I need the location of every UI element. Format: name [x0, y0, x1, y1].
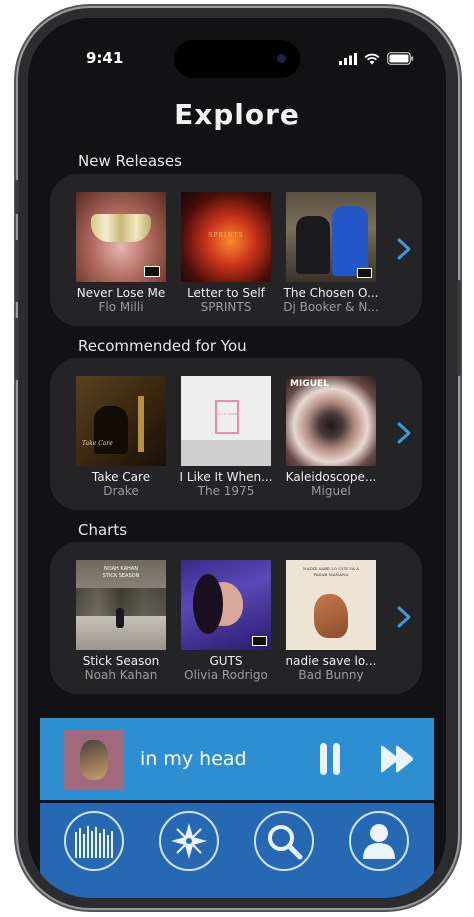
chevron-right-icon[interactable]	[392, 416, 416, 450]
album-title: Letter to Self	[187, 286, 265, 300]
album-cover	[181, 560, 271, 650]
album-cover: NOAH KAHAN STICK SEASON	[76, 560, 166, 650]
new-releases-carousel: Never Lose Me Flo Milli SPRINTS Letter t…	[50, 174, 422, 326]
album-cover	[286, 192, 376, 282]
teeth-shape	[91, 214, 151, 242]
artwork-figure	[80, 740, 108, 780]
album-cover: SPRINTS	[181, 192, 271, 282]
album-title: I Like It When...	[179, 470, 273, 484]
cover-floor	[181, 440, 271, 466]
fast-forward-icon[interactable]	[380, 745, 414, 773]
album-artist: Flo Milli	[98, 300, 144, 314]
tab-profile[interactable]	[349, 811, 409, 871]
album-cover	[76, 192, 166, 282]
dynamic-island	[174, 40, 300, 78]
album-title: The Chosen O...	[283, 286, 379, 300]
album-item[interactable]: Take Care Take Care Drake	[71, 376, 171, 498]
cellular-signal-icon	[339, 52, 357, 65]
album-title: Never Lose Me	[76, 286, 166, 300]
album-cover: I LIKE IT WHEN	[181, 376, 271, 466]
album-artist: SPRINTS	[200, 300, 252, 314]
profile-icon	[363, 824, 395, 859]
power-button	[457, 280, 461, 376]
parental-advisory-badge	[144, 266, 160, 277]
tab-bar	[40, 803, 434, 898]
cover-figure-left	[296, 216, 330, 274]
album-artist: Miguel	[311, 484, 351, 498]
now-playing-bar[interactable]: in my head	[40, 718, 434, 800]
recommended-carousel: Take Care Take Care Drake I LIKE IT WHEN…	[50, 358, 422, 510]
tab-search[interactable]	[254, 811, 314, 871]
cover-horse	[314, 594, 348, 638]
album-title: Kaleidoscope...	[285, 470, 377, 484]
cover-text: NOAH KAHAN STICK SEASON	[102, 566, 140, 579]
battery-icon	[387, 52, 414, 65]
cover-text: Take Care	[82, 440, 113, 447]
section-title-new-releases: New Releases	[78, 152, 182, 170]
chevron-right-icon[interactable]	[392, 232, 416, 266]
tab-explore[interactable]	[159, 811, 219, 871]
cover-goblet	[138, 396, 144, 452]
volume-down-button	[15, 318, 19, 380]
album-item[interactable]: MIGUEL Kaleidoscope... Miguel	[281, 376, 381, 498]
album-title: Take Care	[91, 470, 151, 484]
page-title: Explore	[174, 98, 300, 131]
section-title-recommended: Recommended for You	[78, 337, 247, 355]
compass-icon	[171, 823, 207, 859]
album-title: Stick Season	[82, 654, 160, 668]
camera-dot	[277, 54, 286, 63]
album-item[interactable]: NOAH KAHAN STICK SEASON Stick Season Noa…	[71, 560, 171, 682]
album-cover: MIGUEL	[286, 376, 376, 466]
tab-library[interactable]	[64, 811, 124, 871]
cover-text: NADIE SABE LO QUE VA A PASAR MAÑANA	[303, 566, 359, 577]
section-title-charts: Charts	[78, 521, 128, 539]
pause-icon[interactable]	[318, 742, 342, 776]
cover-text: I LIKE IT WHEN	[214, 412, 238, 416]
parental-advisory-badge	[252, 636, 267, 646]
album-artist: Drake	[103, 484, 139, 498]
status-time: 9:41	[86, 49, 124, 67]
cover-text: SPRINTS	[208, 232, 244, 239]
library-icon	[75, 826, 113, 858]
cover-figure-right	[332, 206, 368, 276]
album-artist: Olivia Rodrigo	[184, 668, 268, 682]
cover-text: MIGUEL	[290, 379, 329, 389]
charts-carousel: NOAH KAHAN STICK SEASON Stick Season Noa…	[50, 542, 422, 694]
album-cover: NADIE SABE LO QUE VA A PASAR MAÑANA	[286, 560, 376, 650]
parental-advisory-badge	[357, 268, 372, 278]
search-icon	[268, 825, 303, 860]
wifi-icon	[364, 53, 380, 64]
album-item[interactable]: Never Lose Me Flo Milli	[71, 192, 171, 314]
album-item[interactable]: The Chosen O... Dj Booker & N...	[281, 192, 381, 314]
album-artist: Dj Booker & N...	[283, 300, 379, 314]
album-title: GUTS	[209, 654, 243, 668]
album-artist: Noah Kahan	[84, 668, 158, 682]
album-cover: Take Care	[76, 376, 166, 466]
album-title: nadie save lo...	[285, 654, 377, 668]
album-artist: Bad Bunny	[298, 668, 364, 682]
album-item[interactable]: GUTS Olivia Rodrigo	[176, 560, 276, 682]
app-screen: 9:41 Explore New Releases Never Lose Me …	[28, 18, 446, 898]
cover-hair	[193, 574, 223, 634]
album-item[interactable]: SPRINTS Letter to Self SPRINTS	[176, 192, 276, 314]
cover-figure	[116, 608, 124, 628]
now-playing-title: in my head	[140, 748, 247, 770]
album-artist: The 1975	[197, 484, 255, 498]
album-item[interactable]: I LIKE IT WHEN I Like It When... The 197…	[176, 376, 276, 498]
now-playing-artwork	[64, 730, 124, 790]
action-button	[15, 180, 19, 214]
volume-up-button	[15, 240, 19, 302]
album-item[interactable]: NADIE SABE LO QUE VA A PASAR MAÑANA nadi…	[281, 560, 381, 682]
neon-rectangle	[215, 400, 239, 434]
chevron-right-icon[interactable]	[392, 600, 416, 634]
status-icons	[339, 52, 414, 65]
